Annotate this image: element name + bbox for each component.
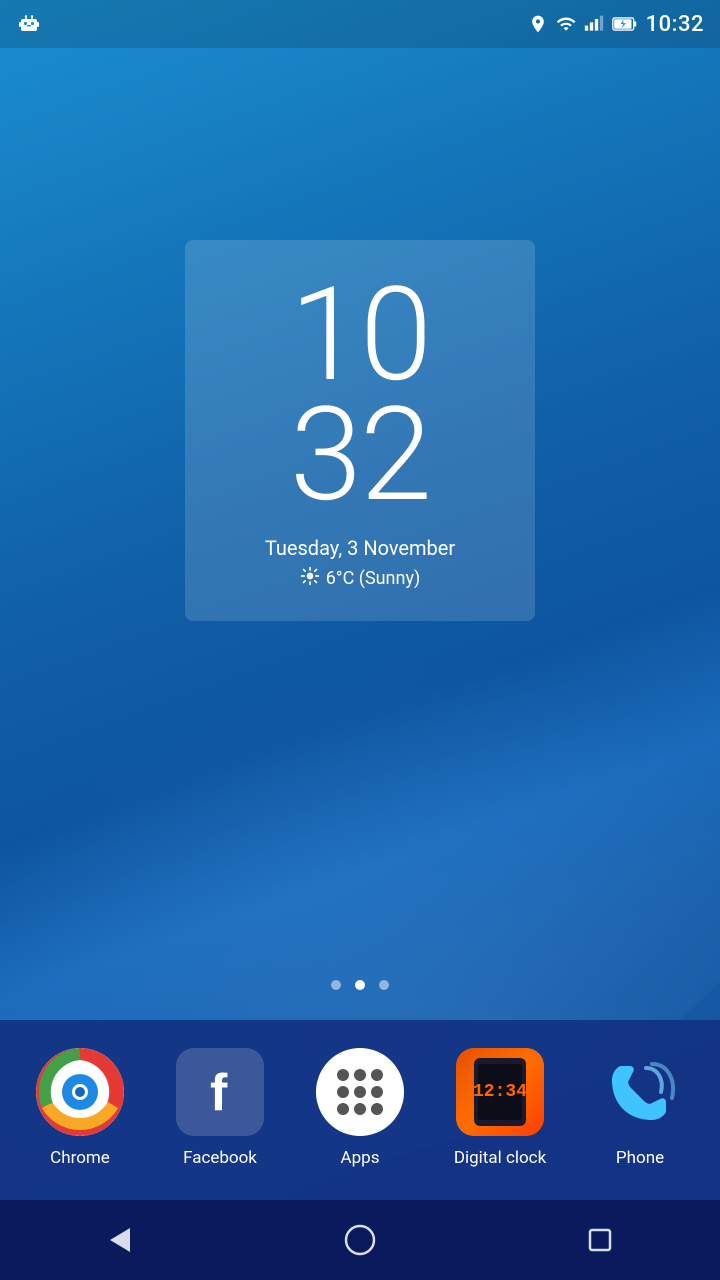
signal-icon [584, 14, 604, 34]
location-icon [528, 14, 548, 34]
page-dot-1[interactable] [331, 980, 341, 990]
phone-app[interactable]: Phone [580, 1048, 700, 1168]
home-button[interactable] [330, 1210, 390, 1270]
clock-date: Tuesday, 3 November [205, 536, 515, 560]
sun-icon [300, 566, 320, 591]
recents-button[interactable] [570, 1210, 630, 1270]
facebook-icon: f [176, 1048, 264, 1136]
clock-minute: 32 [205, 390, 515, 520]
page-dot-3[interactable] [379, 980, 389, 990]
nav-bar [0, 1200, 720, 1280]
phone-icon [596, 1048, 684, 1136]
clock-weather: 6°C (Sunny) [205, 566, 515, 591]
weather-text: 6°C (Sunny) [326, 568, 420, 589]
page-dots [0, 980, 720, 990]
dock-apps: Chrome f Facebook [0, 1020, 720, 1178]
apps-app[interactable]: Apps [300, 1048, 420, 1168]
apps-icon [316, 1048, 404, 1136]
digital-clock-label: Digital clock [454, 1148, 546, 1168]
chrome-app[interactable]: Chrome [20, 1048, 140, 1168]
status-bar: 10:32 [0, 0, 720, 48]
clock-widget[interactable]: 10 32 Tuesday, 3 November 6°C (Sunny) [185, 240, 535, 621]
back-button[interactable] [90, 1210, 150, 1270]
battery-icon [612, 14, 638, 34]
phone-label: Phone [616, 1148, 664, 1168]
page-dot-2[interactable] [355, 980, 365, 990]
facebook-label: Facebook [183, 1148, 257, 1168]
status-left [16, 11, 42, 37]
chrome-icon [36, 1048, 124, 1136]
robot-icon [16, 11, 42, 37]
status-icons: 10:32 [528, 12, 704, 37]
wifi-icon [556, 14, 576, 34]
digital-clock-icon: 12:34 [456, 1048, 544, 1136]
facebook-app[interactable]: f Facebook [160, 1048, 280, 1168]
status-time: 10:32 [646, 12, 704, 37]
svg-text:f: f [210, 1064, 228, 1122]
chrome-label: Chrome [50, 1148, 110, 1168]
svg-text:12:34: 12:34 [473, 1082, 527, 1102]
apps-label: Apps [341, 1148, 380, 1168]
digital-clock-app[interactable]: 12:34 Digital clock [440, 1048, 560, 1168]
